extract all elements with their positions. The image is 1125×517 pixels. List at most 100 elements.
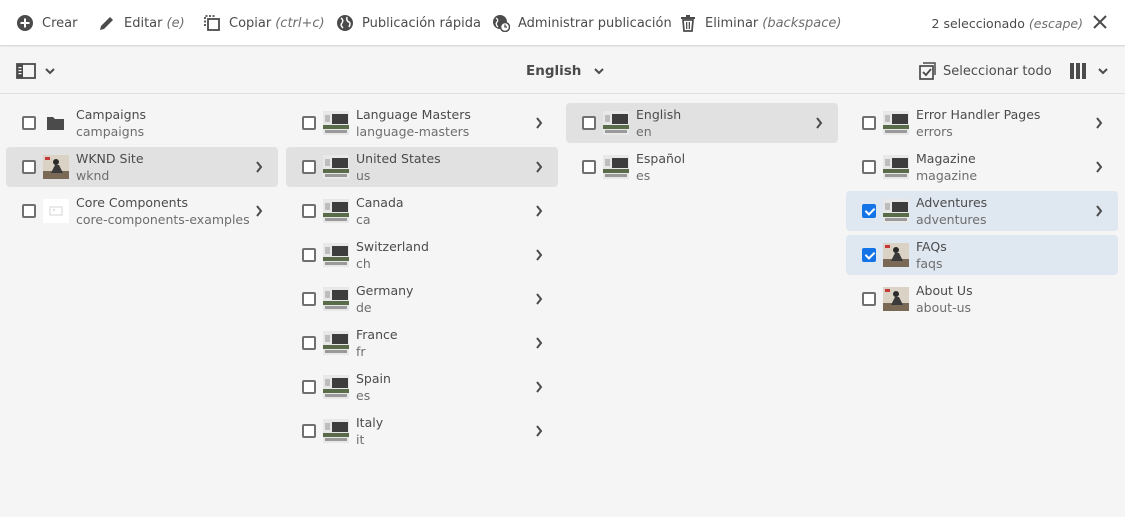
list-item-about-us[interactable]: About Us about-us xyxy=(846,279,1118,319)
globe-clock-icon xyxy=(493,15,510,32)
checkbox-checked[interactable] xyxy=(862,204,876,218)
chevron-right-icon xyxy=(536,337,543,349)
checkbox[interactable] xyxy=(302,204,316,218)
manage-publication-label: Administrar publicación xyxy=(518,15,672,31)
page-thumbnail-icon xyxy=(883,155,909,179)
select-all-icon xyxy=(919,62,936,80)
item-title: Switzerland xyxy=(356,239,429,254)
checkbox[interactable] xyxy=(302,380,316,394)
list-item-france[interactable]: France fr xyxy=(286,323,558,363)
add-circle-icon xyxy=(17,15,33,31)
list-item-error-handler-pages[interactable]: Error Handler Pages errors xyxy=(846,103,1118,143)
list-item-spain[interactable]: Spain es xyxy=(286,367,558,407)
item-name: core-components-examples xyxy=(76,212,250,227)
item-name: es xyxy=(636,168,651,183)
checkbox[interactable] xyxy=(302,160,316,174)
edit-label: Editar xyxy=(124,15,163,31)
quick-publish-button[interactable]: Publicación rápida xyxy=(336,13,481,33)
item-title: FAQs xyxy=(916,239,947,254)
checkbox[interactable] xyxy=(862,292,876,306)
list-item-espanol[interactable]: Español es xyxy=(566,147,838,187)
page-thumbnail-icon xyxy=(883,111,909,135)
list-item-core-components[interactable]: Core Components core-components-examples xyxy=(6,191,278,231)
list-item-united-states[interactable]: United States us xyxy=(286,147,558,187)
page-thumbnail-icon xyxy=(603,155,629,179)
copy-button[interactable]: Copiar (ctrl+c) xyxy=(203,13,325,33)
checkbox[interactable] xyxy=(22,116,36,130)
checkbox[interactable] xyxy=(302,424,316,438)
item-name: es xyxy=(356,388,371,403)
checkbox[interactable] xyxy=(302,116,316,130)
selection-count: 2 seleccionado (escape) xyxy=(932,13,1083,33)
page-thumbnail-icon xyxy=(323,287,349,311)
list-item-language-masters[interactable]: Language Masters language-masters xyxy=(286,103,558,143)
delete-button[interactable]: Eliminar (backspace) xyxy=(679,13,841,33)
column-view-icon[interactable] xyxy=(1069,62,1087,80)
trash-icon xyxy=(681,15,695,32)
page-thumbnail-icon xyxy=(323,111,349,135)
checkbox[interactable] xyxy=(302,292,316,306)
checkbox[interactable] xyxy=(582,160,596,174)
copy-icon xyxy=(204,15,220,31)
page-thumbnail-icon xyxy=(323,375,349,399)
item-title: United States xyxy=(356,151,441,166)
item-name: adventures xyxy=(916,212,987,227)
item-title: Italy xyxy=(356,415,384,430)
chevron-right-icon xyxy=(536,425,543,437)
checkbox[interactable] xyxy=(862,116,876,130)
list-item-canada[interactable]: Canada ca xyxy=(286,191,558,231)
item-name: campaigns xyxy=(76,124,145,139)
chevron-down-icon[interactable] xyxy=(44,66,56,76)
selection-count-label: 2 seleccionado xyxy=(931,15,1025,31)
item-title: English xyxy=(636,107,682,122)
list-item-campaigns[interactable]: Campaigns campaigns xyxy=(6,103,278,143)
select-all-label: Seleccionar todo xyxy=(943,63,1052,79)
select-all-button[interactable]: Seleccionar todo xyxy=(918,61,1052,81)
delete-shortcut: (backspace) xyxy=(762,15,842,31)
item-name: us xyxy=(356,168,371,183)
list-item-switzerland[interactable]: Switzerland ch xyxy=(286,235,558,275)
list-item-faqs[interactable]: FAQs faqs xyxy=(846,235,1118,275)
pencil-icon xyxy=(100,17,113,30)
list-item-magazine[interactable]: Magazine magazine xyxy=(846,147,1118,187)
list-item-adventures[interactable]: Adventures adventures xyxy=(846,191,1118,231)
item-name: en xyxy=(636,124,652,139)
language-selector[interactable]: English xyxy=(526,61,605,81)
item-name: faqs xyxy=(916,256,943,271)
item-name: ca xyxy=(356,212,371,227)
item-name: wknd xyxy=(76,168,110,183)
chevron-down-icon[interactable] xyxy=(1097,66,1109,76)
item-title: WKND Site xyxy=(76,151,144,166)
item-name: ch xyxy=(356,256,371,271)
manage-publication-button[interactable]: Administrar publicación xyxy=(492,13,672,33)
close-icon[interactable] xyxy=(1092,14,1108,30)
rail-toggle-icon[interactable] xyxy=(16,63,36,79)
checkbox-checked[interactable] xyxy=(862,248,876,262)
checkbox[interactable] xyxy=(862,160,876,174)
checkbox[interactable] xyxy=(22,204,36,218)
page-thumbnail-icon xyxy=(323,155,349,179)
page-thumbnail-icon xyxy=(323,419,349,443)
checkbox[interactable] xyxy=(302,336,316,350)
item-name: about-us xyxy=(916,300,972,315)
chevron-right-icon xyxy=(536,117,543,129)
globe-icon xyxy=(337,15,353,31)
list-item-english[interactable]: English en xyxy=(566,103,838,143)
item-name: de xyxy=(356,300,372,315)
item-title: Español xyxy=(636,151,686,166)
create-button[interactable]: Crear xyxy=(16,13,77,33)
item-title: Core Components xyxy=(76,195,188,210)
edit-button[interactable]: Editar (e) xyxy=(98,13,185,33)
checkbox[interactable] xyxy=(302,248,316,262)
chevron-down-icon xyxy=(594,68,605,75)
page-thumbnail-icon xyxy=(323,199,349,223)
list-item-italy[interactable]: Italy it xyxy=(286,411,558,451)
list-item-wknd[interactable]: WKND Site wknd xyxy=(6,147,278,187)
item-title: Adventures xyxy=(916,195,988,210)
column-1: Campaigns campaigns WKND Site wknd Core … xyxy=(6,103,278,235)
checkbox[interactable] xyxy=(22,160,36,174)
checkbox[interactable] xyxy=(582,116,596,130)
list-item-germany[interactable]: Germany de xyxy=(286,279,558,319)
page-thumbnail-icon xyxy=(883,287,909,311)
page-thumbnail-icon xyxy=(603,111,629,135)
